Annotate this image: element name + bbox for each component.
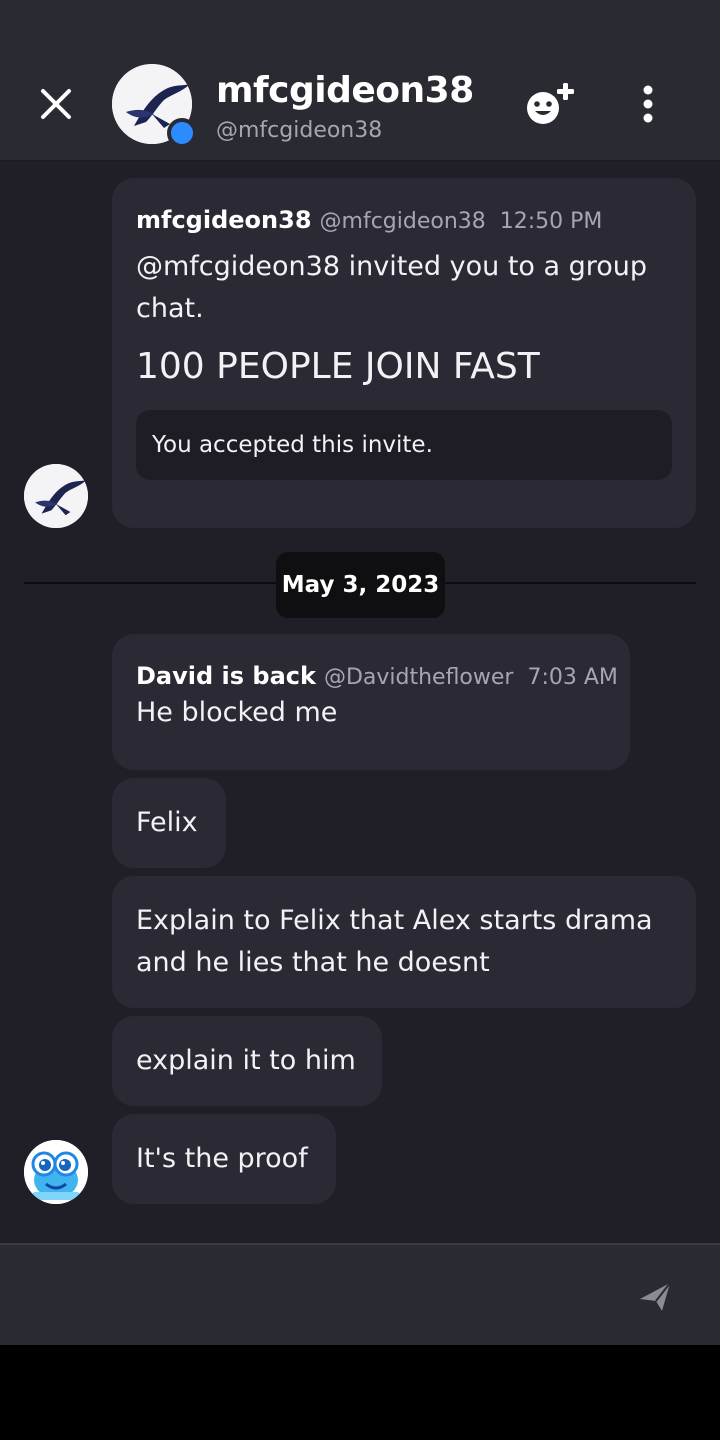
chat-title[interactable]: mfcgideon38 (216, 70, 474, 111)
chat-screen: mfcgideon38 @mfcgideon38 mfcgideon38 @mf… (0, 0, 720, 1345)
invite-message[interactable]: mfcgideon38 @mfcgideon38 12:50 PM @mfcgide… (112, 178, 696, 528)
message-bubble[interactable]: Felix (112, 778, 226, 868)
avatar[interactable] (24, 464, 88, 528)
message-author[interactable]: David is back (136, 662, 316, 690)
message-time: 7:03 AM (527, 665, 618, 690)
message-bubble[interactable]: explain it to him (112, 1016, 382, 1106)
date-divider: May 3, 2023 (276, 552, 445, 618)
group-name: 100 PEOPLE JOIN FAST (136, 346, 540, 387)
online-status-dot (167, 118, 197, 148)
close-icon (41, 89, 71, 119)
message-meta: David is back @Davidtheflower 7:03 AM (136, 662, 618, 690)
more-options-button[interactable] (632, 84, 664, 124)
message-bubble[interactable]: David is back @Davidtheflower 7:03 AM He b… (112, 634, 630, 770)
message-meta: mfcgideon38 @mfcgideon38 12:50 PM (136, 206, 672, 234)
message-text: He blocked me (136, 697, 338, 728)
message-handle: @Davidtheflower (323, 665, 514, 690)
message-author[interactable]: mfcgideon38 (136, 206, 312, 234)
add-friend-button[interactable] (526, 80, 580, 130)
message-text: Felix (136, 807, 198, 838)
message-text: explain it to him (136, 1045, 356, 1076)
chat-handle: @mfcgideon38 (216, 118, 383, 143)
bird-avatar-image (24, 464, 88, 528)
message-bubble[interactable]: It's the proof (112, 1114, 336, 1204)
message-text: Explain to Felix that Alex starts drama … (136, 905, 653, 978)
message-composer[interactable] (0, 1243, 720, 1345)
emoji-plus-icon (527, 83, 574, 124)
message-time: 12:50 PM (499, 209, 603, 234)
close-button[interactable] (36, 84, 76, 124)
message-handle: @mfcgideon38 (319, 209, 486, 234)
invite-text: @mfcgideon38 invited you to a group chat… (136, 251, 648, 324)
chat-header: mfcgideon38 @mfcgideon38 (0, 0, 720, 161)
message-text: It's the proof (136, 1143, 308, 1174)
send-icon (640, 1282, 671, 1311)
cartoon-avatar-image (24, 1140, 88, 1204)
invite-status-text: You accepted this invite. (152, 432, 433, 458)
send-button[interactable] (636, 1277, 676, 1317)
invite-status-box: You accepted this invite. (136, 410, 672, 480)
more-vertical-icon (643, 85, 653, 123)
message-bubble[interactable]: Explain to Felix that Alex starts drama … (112, 876, 696, 1008)
avatar[interactable] (24, 1140, 88, 1204)
